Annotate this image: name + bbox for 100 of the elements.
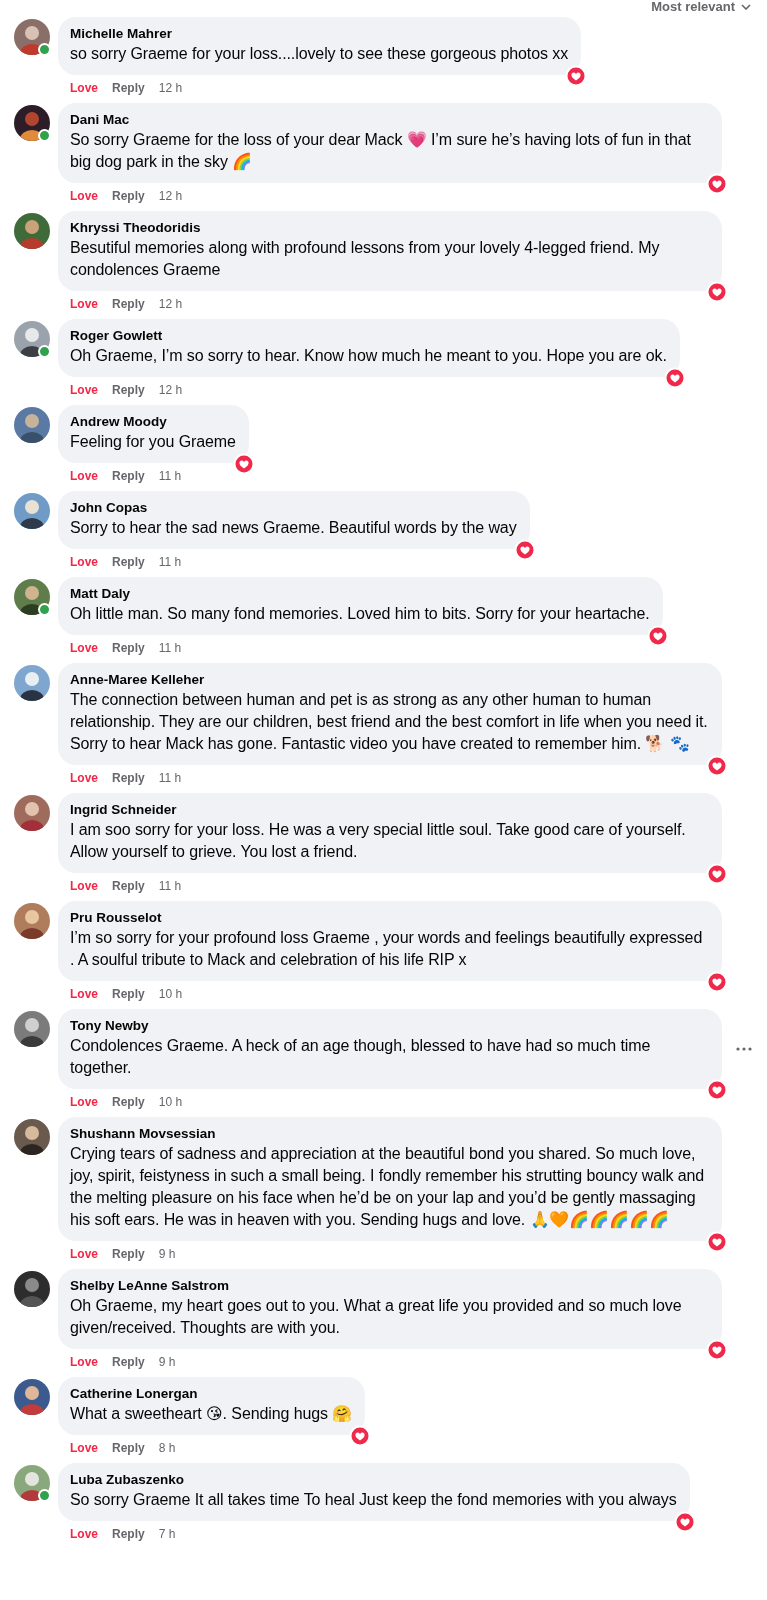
avatar[interactable]	[14, 407, 50, 443]
reply-button[interactable]: Reply	[112, 641, 145, 655]
comment-time[interactable]: 9 h	[158, 1247, 176, 1261]
commenter-name[interactable]: John Copas	[70, 499, 517, 517]
comment-time[interactable]: 8 h	[158, 1441, 176, 1455]
avatar[interactable]	[14, 105, 50, 141]
commenter-name[interactable]: Shelby LeAnne Salstrom	[70, 1277, 709, 1295]
love-button[interactable]: Love	[70, 1355, 98, 1369]
heart-reaction-icon[interactable]	[663, 367, 686, 389]
comment-text: Condolences Graeme. A heck of an age though, blessed to have had so much time together.	[70, 1036, 652, 1078]
commenter-name[interactable]: Michelle Mahrer	[70, 25, 569, 43]
reply-button[interactable]: Reply	[112, 1355, 145, 1369]
comment-text: Besutiful memories along with profound lessons from your lovely 4-legged friend. My condolences Graeme	[70, 238, 661, 280]
commenter-name[interactable]: Catherine Lonergan	[70, 1385, 353, 1403]
comment-time[interactable]: 11 h	[158, 771, 182, 785]
love-button[interactable]: Love	[70, 189, 98, 203]
heart-reaction-icon[interactable]	[513, 539, 536, 561]
commenter-name[interactable]: Dani Mac	[70, 111, 709, 129]
avatar[interactable]	[14, 903, 50, 939]
comment-time[interactable]: 12 h	[158, 383, 183, 397]
heart-reaction-icon[interactable]	[706, 1231, 728, 1253]
comment-text: Sorry to hear the sad news Graeme. Beautiful words by the way	[70, 518, 517, 538]
love-button[interactable]: Love	[70, 641, 98, 655]
avatar[interactable]	[14, 665, 50, 701]
reply-button[interactable]: Reply	[112, 469, 145, 483]
heart-reaction-icon[interactable]	[706, 863, 728, 885]
love-button[interactable]: Love	[70, 383, 98, 397]
avatar[interactable]	[14, 579, 50, 615]
love-button[interactable]: Love	[70, 469, 98, 483]
love-button[interactable]: Love	[70, 81, 98, 95]
commenter-name[interactable]: Andrew Moody	[70, 413, 236, 431]
heart-reaction-icon[interactable]	[706, 281, 728, 303]
comment-text: The connection between human and pet is as strong as any other human to human relationship. They are our children, best friend and the best comfort in life when you need it. Sorry to hear Mack has gone. Fantastic video you have created to remember him. 🐕 🐾	[70, 690, 709, 754]
love-button[interactable]: Love	[70, 1441, 98, 1455]
reply-button[interactable]: Reply	[112, 1441, 145, 1455]
reply-button[interactable]: Reply	[112, 1095, 145, 1109]
reply-button[interactable]: Reply	[112, 879, 145, 893]
reply-button[interactable]: Reply	[112, 81, 145, 95]
reply-button[interactable]: Reply	[112, 297, 145, 311]
commenter-name[interactable]: Shushann Movsessian	[70, 1125, 709, 1143]
avatar[interactable]	[14, 1011, 50, 1047]
love-button[interactable]: Love	[70, 771, 98, 785]
commenter-name[interactable]: Tony Newby	[70, 1017, 709, 1035]
comment-time[interactable]: 7 h	[158, 1527, 176, 1541]
commenter-name[interactable]: Anne-Maree Kelleher	[70, 671, 709, 689]
love-button[interactable]: Love	[70, 1527, 98, 1541]
comment-time[interactable]: 12 h	[158, 81, 183, 95]
reply-button[interactable]: Reply	[112, 383, 145, 397]
love-button[interactable]: Love	[70, 297, 98, 311]
heart-reaction-icon[interactable]	[706, 1339, 728, 1361]
reply-button[interactable]: Reply	[112, 555, 145, 569]
heart-reaction-icon[interactable]	[706, 173, 728, 195]
heart-reaction-icon[interactable]	[349, 1425, 372, 1447]
heart-reaction-icon[interactable]	[706, 755, 728, 777]
love-button[interactable]: Love	[70, 987, 98, 1001]
comment-text: Oh Graeme, I’m so sorry to hear. Know how much he meant to you. Hope you are ok.	[70, 346, 667, 366]
avatar[interactable]	[14, 213, 50, 249]
commenter-name[interactable]: Luba Zubaszenko	[70, 1471, 677, 1489]
avatar[interactable]	[14, 1271, 50, 1307]
comment-time[interactable]: 12 h	[158, 297, 183, 311]
avatar[interactable]	[14, 321, 50, 357]
comment-time[interactable]: 11 h	[158, 879, 182, 893]
love-button[interactable]: Love	[70, 879, 98, 893]
reply-button[interactable]: Reply	[112, 987, 145, 1001]
heart-reaction-icon[interactable]	[673, 1511, 696, 1533]
reply-button[interactable]: Reply	[112, 1527, 145, 1541]
heart-reaction-icon[interactable]	[706, 971, 728, 993]
comment-text: So sorry Graeme It all takes time To heal Just keep the fond memories with you always	[70, 1490, 677, 1510]
comment-text: I am soo sorry for your loss. He was a very special little soul. Take good care of yourself. Allow yourself to grieve. You lost a friend.	[70, 820, 687, 862]
reply-button[interactable]: Reply	[112, 189, 145, 203]
heart-reaction-icon[interactable]	[646, 625, 669, 647]
comment-text: Crying tears of sadness and appreciation at the beautiful bond you shared. So much love, joy, spirit, feistyness in such a small being. I fondly remember his strutting bouncy walk and the melting pleasure on his face when he’d be on your lap and you’d be gently massaging his soft ears. He was in heaven with you. Sending hugs and love. 🙏🧡🌈🌈🌈🌈🌈	[70, 1144, 706, 1231]
commenter-name[interactable]: Ingrid Schneider	[70, 801, 709, 819]
comment-time[interactable]: 11 h	[158, 469, 182, 483]
heart-reaction-icon[interactable]	[565, 65, 588, 87]
commenter-name[interactable]: Khryssi Theodoridis	[70, 219, 709, 237]
reply-button[interactable]: Reply	[112, 1247, 145, 1261]
comment-time[interactable]: 9 h	[158, 1355, 176, 1369]
heart-reaction-icon[interactable]	[706, 1079, 728, 1101]
comment-time[interactable]: 10 h	[158, 987, 183, 1001]
more-options-icon[interactable]	[736, 1047, 752, 1051]
love-button[interactable]: Love	[70, 555, 98, 569]
heart-reaction-icon[interactable]	[232, 453, 255, 475]
comment-time[interactable]: 10 h	[158, 1095, 183, 1109]
commenter-name[interactable]: Matt Daly	[70, 585, 650, 603]
love-button[interactable]: Love	[70, 1247, 98, 1261]
commenter-name[interactable]: Pru Rousselot	[70, 909, 709, 927]
sort-label[interactable]: Most relevant	[651, 0, 735, 14]
reply-button[interactable]: Reply	[112, 771, 145, 785]
love-button[interactable]: Love	[70, 1095, 98, 1109]
avatar[interactable]	[14, 1379, 50, 1415]
commenter-name[interactable]: Roger Gowlett	[70, 327, 667, 345]
comment-text: I’m so sorry for your profound loss Graeme , your words and feelings beautifully expressed . A soulful tribute to Mack and celebration of his life RIP x	[70, 928, 704, 970]
comment-text: so sorry Graeme for your loss....lovely to see these gorgeous photos xx	[70, 44, 569, 64]
avatar[interactable]	[14, 1119, 50, 1155]
comment-time[interactable]: 11 h	[158, 641, 182, 655]
avatar[interactable]	[14, 795, 50, 831]
comment-time[interactable]: 12 h	[158, 189, 183, 203]
comment-time[interactable]: 11 h	[158, 555, 182, 569]
avatar[interactable]	[14, 493, 50, 529]
